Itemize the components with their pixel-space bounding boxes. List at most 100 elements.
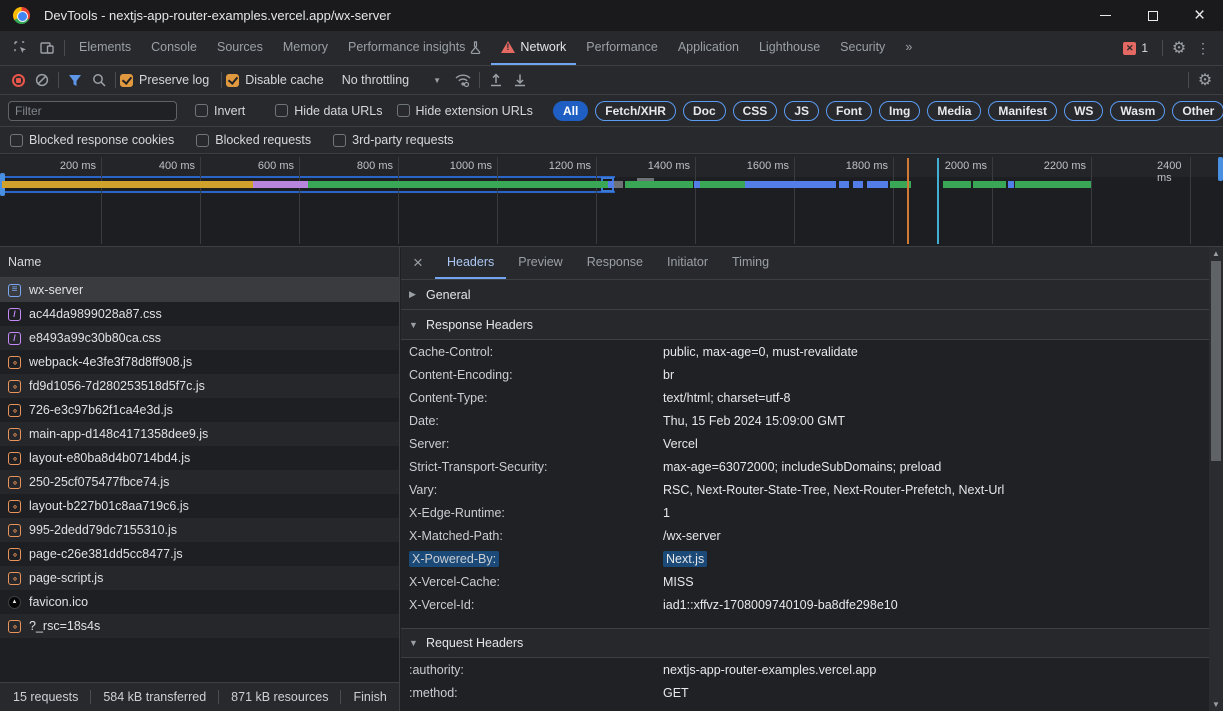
- waterfall-segment: [700, 181, 745, 188]
- filter-icon[interactable]: [63, 68, 87, 92]
- filter-chip-img[interactable]: Img: [879, 101, 920, 121]
- hide-data-urls-checkbox[interactable]: [275, 104, 288, 117]
- request-row[interactable]: favicon.ico: [0, 590, 399, 614]
- inspect-element-icon[interactable]: [8, 35, 34, 61]
- disable-cache-checkbox[interactable]: [226, 74, 239, 87]
- filter-chip-css[interactable]: CSS: [733, 101, 778, 121]
- filter-chip-all[interactable]: All: [553, 101, 588, 121]
- request-row[interactable]: 995-2dedd79dc7155310.js: [0, 518, 399, 542]
- third-party-requests-checkbox[interactable]: [333, 134, 346, 147]
- filter-chip-ws[interactable]: WS: [1064, 101, 1103, 121]
- request-row[interactable]: main-app-d148c4171358dee9.js: [0, 422, 399, 446]
- network-settings-gear-icon[interactable]: ⚙: [1193, 70, 1217, 90]
- minimize-button[interactable]: [1082, 0, 1129, 31]
- request-name: ac44da9899028a87.css: [29, 307, 162, 321]
- filter-chip-fetchxhr[interactable]: Fetch/XHR: [595, 101, 676, 121]
- request-row[interactable]: fd9d1056-7d280253518d5f7c.js: [0, 374, 399, 398]
- filter-chip-doc[interactable]: Doc: [683, 101, 726, 121]
- request-row[interactable]: page-script.js: [0, 566, 399, 590]
- header-row: Cache-Control:public, max-age=0, must-re…: [401, 340, 1209, 363]
- third-party-requests-label[interactable]: 3rd-party requests: [352, 133, 453, 147]
- preserve-log-checkbox[interactable]: [120, 74, 133, 87]
- device-toolbar-icon[interactable]: [34, 35, 60, 61]
- settings-gear-icon[interactable]: ⚙: [1167, 38, 1191, 58]
- scroll-up-icon[interactable]: ▲: [1209, 247, 1223, 260]
- network-overview-timeline[interactable]: 200 ms400 ms600 ms800 ms1000 ms1200 ms14…: [0, 155, 1223, 247]
- timeline-right-edge-handle[interactable]: [1218, 157, 1223, 181]
- details-scrollbar[interactable]: ▲ ▼: [1209, 247, 1223, 711]
- tab-performance[interactable]: Performance: [576, 31, 668, 65]
- request-row[interactable]: wx-server: [0, 278, 399, 302]
- more-tabs-button[interactable]: »: [895, 31, 922, 65]
- details-tab-response[interactable]: Response: [575, 247, 655, 279]
- filter-chip-manifest[interactable]: Manifest: [988, 101, 1057, 121]
- filter-chip-wasm[interactable]: Wasm: [1110, 101, 1165, 121]
- hide-extension-urls-label[interactable]: Hide extension URLs: [416, 104, 533, 118]
- request-row[interactable]: page-c26e381dd5cc8477.js: [0, 542, 399, 566]
- name-column-header[interactable]: Name: [0, 247, 399, 278]
- tab-security[interactable]: Security: [830, 31, 895, 65]
- close-button[interactable]: ×: [1176, 0, 1223, 31]
- filter-chip-font[interactable]: Font: [826, 101, 872, 121]
- details-tab-initiator[interactable]: Initiator: [655, 247, 720, 279]
- request-row[interactable]: layout-b227b01c8aa719c6.js: [0, 494, 399, 518]
- request-row[interactable]: layout-e80ba8d4b0714bd4.js: [0, 446, 399, 470]
- timeline-gridline: [101, 157, 102, 244]
- filter-input[interactable]: [8, 101, 177, 121]
- network-conditions-icon[interactable]: [451, 68, 475, 92]
- error-badge-icon[interactable]: ✕: [1123, 42, 1136, 55]
- throttling-select[interactable]: No throttling: [342, 73, 409, 87]
- header-row: X-Vercel-Id:iad1::xffvz-1708009740109-ba…: [401, 593, 1209, 616]
- tab-performance-insights[interactable]: Performance insights: [338, 31, 491, 65]
- tab-memory[interactable]: Memory: [273, 31, 338, 65]
- tab-elements[interactable]: Elements: [69, 31, 141, 65]
- kebab-menu-icon[interactable]: ⋮: [1191, 40, 1215, 57]
- hide-data-urls-label[interactable]: Hide data URLs: [294, 104, 382, 118]
- preserve-log-label[interactable]: Preserve log: [139, 73, 209, 87]
- clear-network-log-button[interactable]: [30, 68, 54, 92]
- invert-checkbox[interactable]: [195, 104, 208, 117]
- request-row[interactable]: ?_rsc=18s4s: [0, 614, 399, 638]
- status-bar: 15 requests584 kB transferred871 kB reso…: [0, 682, 399, 711]
- error-count[interactable]: 1: [1141, 41, 1148, 55]
- blocked-response-cookies-label[interactable]: Blocked response cookies: [29, 133, 174, 147]
- request-row[interactable]: 250-25cf075477fbce74.js: [0, 470, 399, 494]
- import-har-icon[interactable]: [484, 68, 508, 92]
- tab-application[interactable]: Application: [668, 31, 749, 65]
- details-tab-timing[interactable]: Timing: [720, 247, 781, 279]
- request-row[interactable]: ac44da9899028a87.css: [0, 302, 399, 326]
- timeline-gridline: [893, 157, 894, 244]
- blocked-response-cookies-checkbox[interactable]: [10, 134, 23, 147]
- request-row[interactable]: 726-e3c97b62f1ca4e3d.js: [0, 398, 399, 422]
- record-network-log-button[interactable]: [6, 68, 30, 92]
- request-row[interactable]: webpack-4e3fe3f78d8ff908.js: [0, 350, 399, 374]
- tab-lighthouse[interactable]: Lighthouse: [749, 31, 830, 65]
- filter-chip-other[interactable]: Other: [1172, 101, 1223, 121]
- search-icon[interactable]: [87, 68, 111, 92]
- close-details-icon[interactable]: ×: [401, 247, 435, 279]
- disable-cache-label[interactable]: Disable cache: [245, 73, 324, 87]
- request-row[interactable]: e8493a99c30b80ca.css: [0, 326, 399, 350]
- scroll-down-icon[interactable]: ▼: [1209, 698, 1223, 711]
- details-tab-headers[interactable]: Headers: [435, 247, 506, 279]
- tab-network[interactable]: Network: [491, 31, 576, 65]
- tab-console[interactable]: Console: [141, 31, 207, 65]
- js-file-icon: [8, 452, 21, 465]
- js-file-icon: [8, 572, 21, 585]
- tab-sources[interactable]: Sources: [207, 31, 273, 65]
- filter-chip-media[interactable]: Media: [927, 101, 981, 121]
- throttling-caret-icon[interactable]: ▼: [433, 76, 441, 85]
- filter-chip-js[interactable]: JS: [784, 101, 819, 121]
- waterfall-segment: [973, 181, 1006, 188]
- hide-extension-urls-checkbox[interactable]: [397, 104, 410, 117]
- export-har-icon[interactable]: [508, 68, 532, 92]
- blocked-requests-label[interactable]: Blocked requests: [215, 133, 311, 147]
- scrollbar-thumb[interactable]: [1211, 261, 1221, 461]
- request-headers-section-header[interactable]: ▼ Request Headers: [401, 628, 1209, 658]
- general-section-header[interactable]: ▶ General: [401, 280, 1209, 310]
- invert-label[interactable]: Invert: [214, 104, 245, 118]
- response-headers-section-header[interactable]: ▼ Response Headers: [401, 310, 1209, 340]
- details-tab-preview[interactable]: Preview: [506, 247, 574, 279]
- maximize-button[interactable]: [1129, 0, 1176, 31]
- blocked-requests-checkbox[interactable]: [196, 134, 209, 147]
